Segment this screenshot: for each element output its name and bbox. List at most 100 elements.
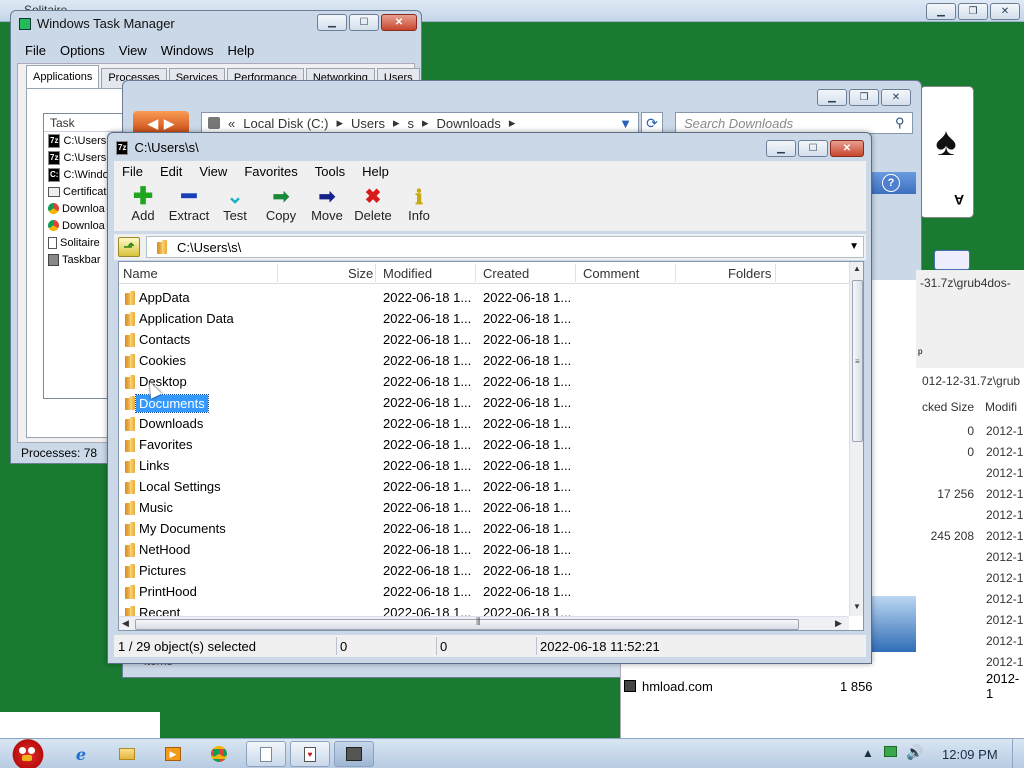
- archive-row[interactable]: 0 2012-1: [922, 424, 1024, 445]
- network-icon[interactable]: [884, 746, 897, 760]
- col-modified[interactable]: Modifi: [985, 400, 1017, 414]
- archive-row[interactable]: 2012-1: [922, 466, 1024, 487]
- archive-row[interactable]: 0 2012-1: [922, 445, 1024, 466]
- extract-button[interactable]: ━ Extract: [166, 181, 212, 231]
- close-button[interactable]: ✕: [830, 140, 864, 157]
- column-divider[interactable]: [575, 264, 576, 282]
- menu-edit[interactable]: Edit: [160, 164, 182, 179]
- address-overflow[interactable]: «: [228, 116, 235, 131]
- col-size[interactable]: Size: [348, 266, 373, 281]
- table-row[interactable]: PrintHood 2022-06-18 1... 2022-06-18 1...: [119, 581, 849, 602]
- column-divider[interactable]: [775, 264, 776, 282]
- archive-row[interactable]: 2012-1: [922, 571, 1024, 592]
- task-manager-taskbar-button[interactable]: [334, 741, 374, 767]
- up-folder-button[interactable]: ⬏: [118, 237, 140, 257]
- menu-file[interactable]: File: [25, 43, 46, 58]
- search-input[interactable]: Search Downloads: [675, 112, 913, 134]
- table-row[interactable]: AppData 2022-06-18 1... 2022-06-18 1...: [119, 287, 849, 308]
- col-modified[interactable]: Modified: [383, 266, 432, 281]
- menu-file[interactable]: File: [122, 164, 143, 179]
- system-clock[interactable]: 12:09 PM: [942, 747, 998, 762]
- scroll-down-arrow-icon[interactable]: ▼: [853, 602, 861, 611]
- table-row[interactable]: Favorites 2022-06-18 1... 2022-06-18 1...: [119, 434, 849, 455]
- table-row[interactable]: Downloads 2022-06-18 1... 2022-06-18 1...: [119, 413, 849, 434]
- address-dropdown-icon[interactable]: ▼: [619, 116, 632, 131]
- maximize-button[interactable]: ☐: [349, 14, 379, 31]
- help-icon[interactable]: ?: [882, 174, 900, 192]
- search-icon[interactable]: ⚲: [895, 115, 905, 131]
- menu-view[interactable]: View: [199, 164, 227, 179]
- explorer-address-bar[interactable]: « Local Disk (C:) ▸ Users ▸ s ▸ Download…: [201, 112, 639, 134]
- table-row-selected[interactable]: Documents 2022-06-18 1... 2022-06-18 1...: [119, 392, 849, 413]
- close-button[interactable]: ✕: [381, 14, 417, 31]
- 7zip-titlebar[interactable]: 7z C:\Users\s\: [116, 140, 199, 155]
- solitaire-taskbar-button[interactable]: ♥: [290, 741, 330, 767]
- chrome-icon[interactable]: [206, 742, 232, 766]
- horizontal-scrollbar[interactable]: ◀ ⦀ ▶: [119, 616, 849, 630]
- col-folders[interactable]: Folders: [728, 266, 771, 281]
- breadcrumb-item[interactable]: Downloads: [437, 116, 501, 131]
- breadcrumb-separator[interactable]: ▸: [393, 115, 400, 131]
- show-hidden-icons-icon[interactable]: ▲: [862, 746, 874, 760]
- start-button[interactable]: [6, 729, 50, 768]
- close-button[interactable]: ✕: [881, 89, 911, 106]
- folder-icon[interactable]: [114, 742, 140, 766]
- breadcrumb-item[interactable]: s: [408, 116, 415, 131]
- archive-row[interactable]: 2012-1: [922, 613, 1024, 634]
- menu-help[interactable]: Help: [362, 164, 389, 179]
- menu-windows[interactable]: Windows: [161, 43, 214, 58]
- delete-button[interactable]: ✖ Delete: [350, 181, 396, 231]
- breadcrumb-item[interactable]: Local Disk (C:): [243, 116, 328, 131]
- table-row[interactable]: My Documents 2022-06-18 1... 2022-06-18 1.…: [119, 518, 849, 539]
- col-comment[interactable]: Comment: [583, 266, 639, 281]
- col-name[interactable]: Name: [123, 266, 158, 281]
- volume-icon[interactable]: 🔊: [906, 744, 923, 761]
- show-desktop-button[interactable]: [1012, 739, 1024, 768]
- breadcrumb-separator[interactable]: ▸: [509, 115, 516, 131]
- back-icon[interactable]: ◀: [148, 116, 158, 132]
- tab-applications[interactable]: Applications: [26, 65, 100, 88]
- menu-favorites[interactable]: Favorites: [244, 164, 297, 179]
- breadcrumb-separator[interactable]: ▸: [422, 115, 429, 131]
- menu-help[interactable]: Help: [227, 43, 254, 58]
- menu-tools[interactable]: Tools: [315, 164, 345, 179]
- table-row[interactable]: Application Data 2022-06-18 1... 2022-06-1…: [119, 308, 849, 329]
- column-divider[interactable]: [375, 264, 376, 282]
- restore-button[interactable]: ❐: [849, 89, 879, 106]
- add-button[interactable]: ✚ Add: [120, 181, 166, 231]
- col-created[interactable]: Created: [483, 266, 529, 281]
- table-row[interactable]: Cookies 2022-06-18 1... 2022-06-18 1...: [119, 350, 849, 371]
- table-row[interactable]: Desktop 2022-06-18 1... 2022-06-18 1...: [119, 371, 849, 392]
- minimize-button[interactable]: ▁: [766, 140, 796, 157]
- archive-row[interactable]: 2012-1: [922, 634, 1024, 655]
- column-divider[interactable]: [675, 264, 676, 282]
- task-column-header[interactable]: Task: [44, 114, 122, 132]
- forward-icon[interactable]: ▶: [164, 116, 174, 132]
- breadcrumb-item[interactable]: Users: [351, 116, 385, 131]
- table-row[interactable]: Pictures 2022-06-18 1... 2022-06-18 1...: [119, 560, 849, 581]
- card-stack[interactable]: [934, 250, 970, 270]
- archive-row[interactable]: 2012-1: [922, 508, 1024, 529]
- close-button[interactable]: ✕: [990, 3, 1020, 20]
- table-row[interactable]: Links 2022-06-18 1... 2022-06-18 1...: [119, 455, 849, 476]
- archive-row[interactable]: 17 256 2012-1: [922, 487, 1024, 508]
- info-button[interactable]: ℹ Info: [396, 181, 442, 231]
- table-row[interactable]: Music 2022-06-18 1... 2022-06-18 1...: [119, 497, 849, 518]
- minimize-button[interactable]: ▁: [317, 14, 347, 31]
- scroll-thumb[interactable]: ≡: [852, 280, 863, 442]
- table-row[interactable]: Contacts 2022-06-18 1... 2022-06-18 1...: [119, 329, 849, 350]
- maximize-button[interactable]: ☐: [798, 140, 828, 157]
- minimize-button[interactable]: ▁: [817, 89, 847, 106]
- scroll-thumb[interactable]: ⦀: [135, 617, 799, 630]
- column-divider[interactable]: [475, 264, 476, 282]
- col-packed-size[interactable]: cked Size: [922, 400, 974, 414]
- restore-button[interactable]: ❐: [958, 3, 988, 20]
- menu-view[interactable]: View: [119, 43, 147, 58]
- table-row[interactable]: Local Settings 2022-06-18 1... 2022-06-18 …: [119, 476, 849, 497]
- minimize-button[interactable]: ▁: [926, 3, 956, 20]
- path-combobox[interactable]: C:\Users\s\ ▼: [146, 236, 864, 258]
- archive-file-row[interactable]: hmload.com 1 856 2012-1: [624, 671, 1024, 701]
- scroll-left-arrow-icon[interactable]: ◀: [122, 618, 129, 629]
- breadcrumb-separator[interactable]: ▸: [336, 115, 343, 131]
- vertical-scrollbar[interactable]: ▲ ≡ ▼: [849, 262, 863, 616]
